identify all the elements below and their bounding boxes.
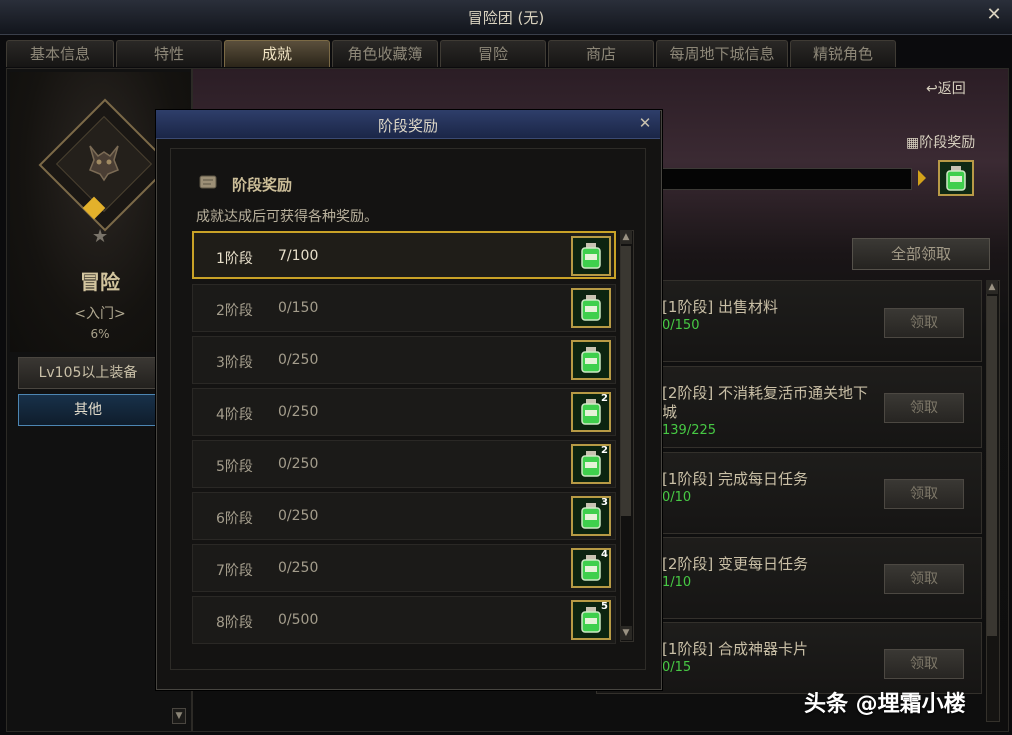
potion-icon bbox=[946, 166, 966, 191]
achievement-progress: 0/10 bbox=[662, 490, 692, 505]
achievement-name: [2阶段] 变更每日任务 bbox=[662, 555, 809, 573]
progress-arrow-icon bbox=[918, 170, 926, 186]
demon-emblem-icon bbox=[89, 145, 119, 182]
return-button[interactable]: ↩返回 bbox=[926, 78, 966, 98]
stage-progress-bar bbox=[640, 168, 912, 190]
stage-row[interactable] bbox=[192, 336, 616, 384]
achievement-name: [2阶段] 不消耗复活币通关地下城 bbox=[662, 384, 869, 421]
stage-row[interactable] bbox=[192, 596, 616, 644]
stage-label: 2阶段 bbox=[216, 303, 253, 319]
tab-traits[interactable]: 特性 bbox=[116, 40, 222, 67]
window-title: 冒险团 (无) bbox=[467, 9, 545, 27]
achievement-progress: 1/10 bbox=[662, 575, 692, 590]
potion-icon[interactable] bbox=[571, 340, 611, 380]
tab-bar: 基本信息 特性 成就 角色收藏簿 冒险 商店 每周地下城信息 精锐角色 bbox=[6, 40, 896, 68]
stage-row[interactable] bbox=[192, 231, 616, 279]
potion-icon[interactable]: 2 bbox=[571, 444, 611, 484]
stage-progress: 0/250 bbox=[278, 508, 319, 524]
tab-adventure[interactable]: 冒险 bbox=[440, 40, 546, 67]
claim-button[interactable]: 领取 bbox=[884, 649, 964, 679]
claim-button[interactable]: 领取 bbox=[884, 564, 964, 594]
stage-label: 3阶段 bbox=[216, 355, 253, 371]
scroll-icon bbox=[199, 175, 217, 189]
stage-progress: 0/250 bbox=[278, 404, 319, 420]
gift-icon: ▦ bbox=[906, 135, 920, 151]
stage-label: 8阶段 bbox=[216, 615, 253, 631]
modal-close-button[interactable]: ✕ bbox=[636, 114, 654, 132]
potion-icon[interactable]: 2 bbox=[571, 392, 611, 432]
modal-description: 成就达成后可获得各种奖励。 bbox=[196, 209, 378, 225]
category-other[interactable]: 其他 bbox=[18, 394, 158, 426]
stage-progress: 0/150 bbox=[278, 300, 319, 316]
watermark: 头条 @埋霜小楼 bbox=[804, 692, 966, 717]
modal-heading: 阶段奖励 bbox=[232, 176, 293, 194]
tab-achievements[interactable]: 成就 bbox=[224, 40, 330, 67]
stage-row[interactable] bbox=[192, 440, 616, 488]
tab-weekly-dungeon[interactable]: 每周地下城信息 bbox=[656, 40, 788, 67]
tab-elite-characters[interactable]: 精锐角色 bbox=[790, 40, 896, 67]
stage-progress: 0/500 bbox=[278, 612, 319, 628]
stage-progress: 0/250 bbox=[278, 560, 319, 576]
achievement-name: [1阶段] 合成神器卡片 bbox=[662, 640, 809, 658]
stage-row[interactable] bbox=[192, 388, 616, 436]
stage-reward-label: ▦阶段奖励 bbox=[906, 135, 976, 151]
claim-all-button[interactable]: 全部领取 bbox=[852, 238, 990, 270]
stage-progress: 0/250 bbox=[278, 456, 319, 472]
achievement-progress: 0/15 bbox=[662, 660, 692, 675]
stage-reward-potion-slot[interactable] bbox=[938, 160, 974, 196]
achievement-progress: 139/225 bbox=[662, 423, 717, 438]
stage-progress: 0/250 bbox=[278, 352, 319, 368]
potion-icon[interactable] bbox=[571, 288, 611, 328]
star-icon: ★ bbox=[92, 226, 109, 247]
tab-shop[interactable]: 商店 bbox=[548, 40, 654, 67]
modal-scroll-thumb[interactable] bbox=[621, 246, 631, 516]
stage-row[interactable] bbox=[192, 492, 616, 540]
claim-button[interactable]: 领取 bbox=[884, 308, 964, 338]
stage-label: 1阶段 bbox=[216, 251, 253, 267]
achievement-scroll-up[interactable]: ▲ bbox=[986, 280, 998, 294]
achievement-name: [1阶段] 完成每日任务 bbox=[662, 470, 809, 488]
stage-row[interactable] bbox=[192, 284, 616, 332]
return-icon: ↩ bbox=[926, 81, 938, 97]
stage-label: 7阶段 bbox=[216, 563, 253, 579]
window-titlebar: 冒险团 (无) ✕ bbox=[0, 0, 1012, 35]
potion-icon[interactable]: 3 bbox=[571, 496, 611, 536]
modal-title: 阶段奖励 bbox=[377, 117, 438, 135]
tab-basic-info[interactable]: 基本信息 bbox=[6, 40, 114, 67]
potion-icon[interactable]: 5 bbox=[571, 600, 611, 640]
stage-label: 6阶段 bbox=[216, 511, 253, 527]
stage-label: 4阶段 bbox=[216, 407, 253, 423]
stage-progress: 7/100 bbox=[278, 248, 319, 264]
modal-scroll-up[interactable]: ▲ bbox=[620, 230, 632, 244]
tab-character-collection[interactable]: 角色收藏簿 bbox=[332, 40, 438, 67]
left-scroll-down-button[interactable]: ▼ bbox=[172, 708, 186, 724]
potion-icon[interactable]: 4 bbox=[571, 548, 611, 588]
potion-icon[interactable] bbox=[571, 236, 611, 276]
achievement-name: [1阶段] 出售材料 bbox=[662, 298, 779, 316]
achievement-progress: 0/150 bbox=[662, 318, 700, 333]
claim-button[interactable]: 领取 bbox=[884, 479, 964, 509]
category-lv105-equipment[interactable]: Lv105以上装备 bbox=[18, 357, 158, 389]
window-close-button[interactable]: ✕ bbox=[984, 5, 1004, 25]
modal-scroll-down[interactable]: ▼ bbox=[620, 626, 632, 640]
claim-button[interactable]: 领取 bbox=[884, 393, 964, 423]
stage-label: 5阶段 bbox=[216, 459, 253, 475]
modal-titlebar: 阶段奖励 bbox=[156, 110, 660, 139]
stage-row[interactable] bbox=[192, 544, 616, 592]
achievement-scroll-thumb[interactable] bbox=[987, 296, 997, 636]
